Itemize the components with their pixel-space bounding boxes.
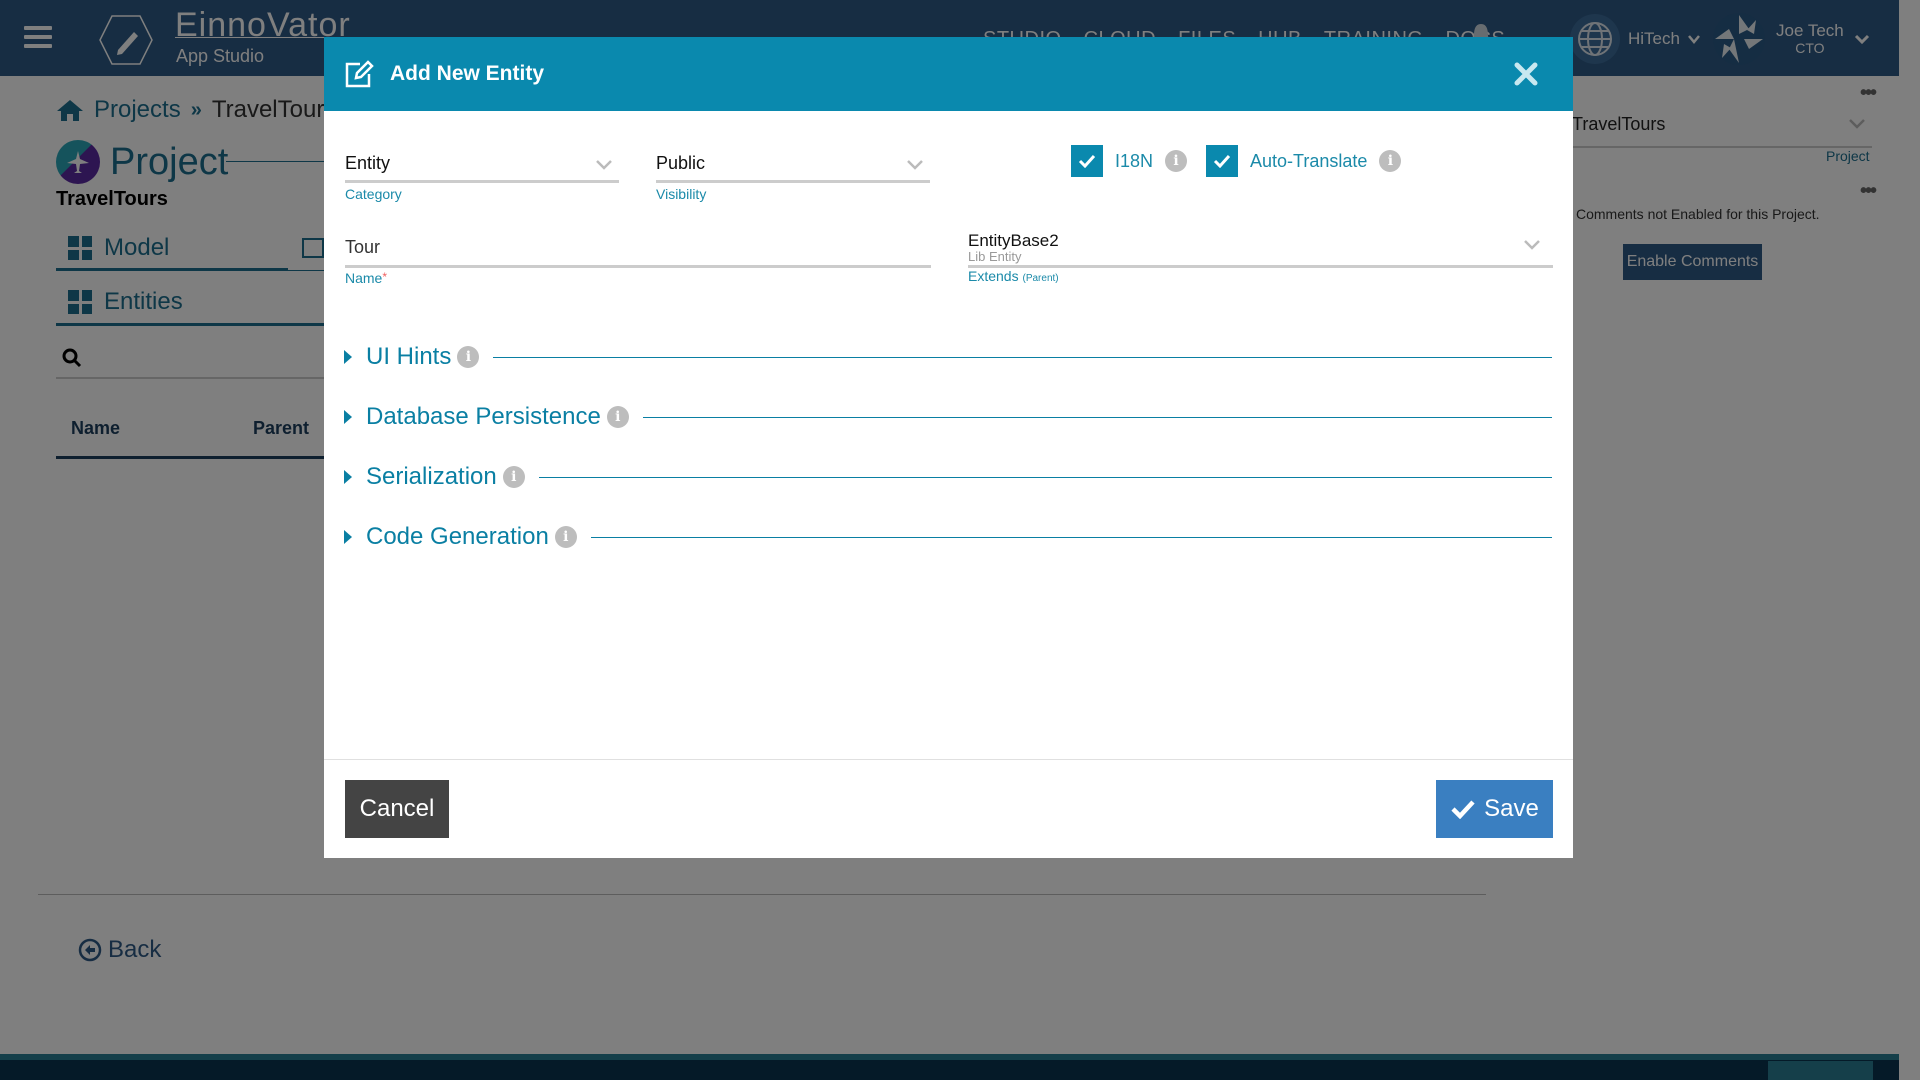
visibility-label: Visibility	[656, 186, 707, 202]
save-label: Save	[1484, 795, 1539, 822]
chevron-down-icon	[1524, 240, 1540, 250]
info-icon[interactable]: i	[457, 346, 480, 368]
category-label: Category	[345, 186, 402, 202]
info-icon[interactable]: i	[502, 466, 525, 488]
extends-label-hint: (Parent)	[1022, 273, 1059, 284]
field-underline	[345, 265, 931, 268]
chevron-down-icon	[907, 160, 923, 170]
info-icon[interactable]: i	[606, 406, 629, 428]
i18n-checkbox[interactable]: I18N i	[1071, 145, 1188, 177]
required-mark: *	[382, 270, 388, 284]
add-entity-dialog: Add New Entity Entity Category Public Vi…	[324, 37, 1573, 858]
category-value: Entity	[345, 153, 391, 173]
name-field[interactable]: Tour Name*	[345, 237, 931, 307]
section-ui-hints[interactable]: UI Hints i	[344, 343, 1552, 371]
section-title: UI Hints	[366, 343, 452, 370]
caret-right-icon	[344, 530, 352, 544]
extends-select[interactable]: EntityBase2 Lib Entity Extends (Parent)	[968, 231, 1553, 307]
save-button[interactable]: Save	[1436, 780, 1553, 838]
caret-right-icon	[344, 410, 352, 424]
checkbox-checked[interactable]	[1206, 145, 1238, 177]
check-icon	[1078, 154, 1096, 168]
info-icon[interactable]: i	[1165, 150, 1188, 172]
section-title: Database Persistence	[366, 403, 601, 430]
check-icon	[1213, 154, 1231, 168]
name-input[interactable]: Tour	[345, 237, 380, 258]
info-icon[interactable]: i	[554, 526, 577, 548]
check-icon	[1451, 800, 1475, 819]
name-label: Name*	[345, 270, 387, 286]
name-label-text: Name	[345, 270, 383, 286]
auto-translate-label: Auto-Translate	[1250, 150, 1368, 171]
caret-right-icon	[344, 470, 352, 484]
edit-icon	[345, 60, 374, 88]
field-underline	[656, 180, 930, 183]
cancel-button[interactable]: Cancel	[345, 780, 449, 838]
close-icon[interactable]	[1513, 61, 1539, 87]
section-database-persistence[interactable]: Database Persistence i	[344, 403, 1552, 431]
extends-label-text: Extends	[968, 268, 1019, 284]
chevron-down-icon	[596, 160, 612, 170]
section-divider	[590, 536, 1552, 538]
caret-right-icon	[344, 350, 352, 364]
dialog-header: Add New Entity	[324, 37, 1573, 111]
section-code-generation[interactable]: Code Generation i	[344, 523, 1552, 551]
section-divider	[493, 356, 1552, 358]
extends-value: EntityBase2	[968, 231, 1059, 250]
auto-translate-checkbox[interactable]: Auto-Translate i	[1206, 145, 1402, 177]
field-underline	[345, 180, 619, 183]
info-icon[interactable]: i	[1379, 150, 1402, 172]
section-title: Serialization	[366, 463, 497, 490]
extends-subvalue: Lib Entity	[968, 249, 1022, 264]
extends-label: Extends (Parent)	[968, 268, 1059, 284]
visibility-select[interactable]: Public Visibility	[656, 153, 930, 225]
dialog-title: Add New Entity	[390, 62, 545, 85]
visibility-value: Public	[656, 153, 706, 173]
section-serialization[interactable]: Serialization i	[344, 463, 1552, 491]
i18n-label: I18N	[1115, 150, 1154, 171]
section-divider	[642, 416, 1552, 418]
section-divider	[538, 476, 1552, 478]
section-title: Code Generation	[366, 523, 549, 550]
dialog-footer-divider	[324, 759, 1573, 760]
category-select[interactable]: Entity Category	[345, 153, 619, 225]
checkbox-checked[interactable]	[1071, 145, 1103, 177]
